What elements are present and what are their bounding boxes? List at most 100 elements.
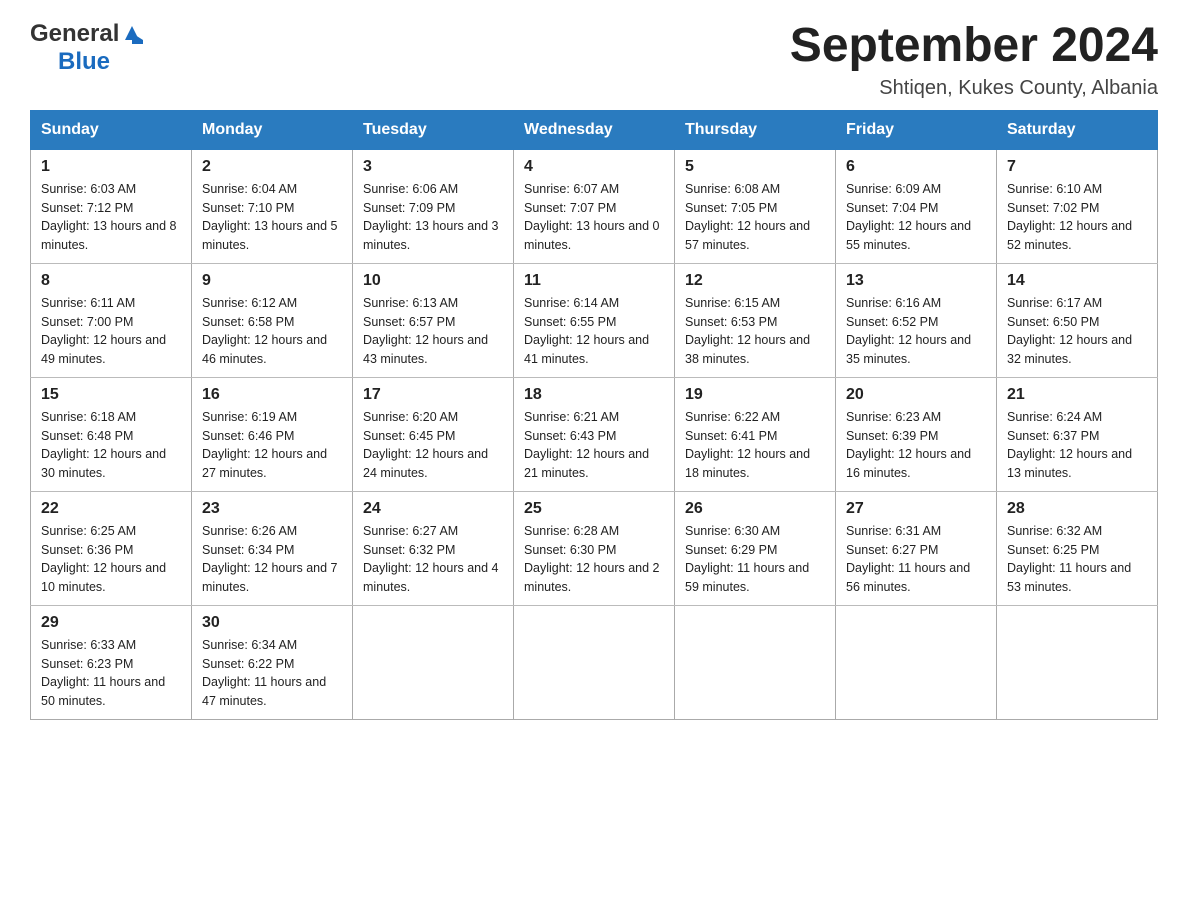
sunrise-label: Sunrise: 6:09 AM: [846, 182, 941, 196]
day-info: Sunrise: 6:22 AM Sunset: 6:41 PM Dayligh…: [685, 408, 825, 483]
calendar-cell: 11 Sunrise: 6:14 AM Sunset: 6:55 PM Dayl…: [514, 263, 675, 377]
sunset-label: Sunset: 6:34 PM: [202, 543, 294, 557]
sunrise-label: Sunrise: 6:04 AM: [202, 182, 297, 196]
daylight-label: Daylight: 12 hours and 27 minutes.: [202, 447, 327, 480]
day-number: 12: [685, 272, 825, 290]
day-info: Sunrise: 6:17 AM Sunset: 6:50 PM Dayligh…: [1007, 294, 1147, 369]
calendar-cell: 30 Sunrise: 6:34 AM Sunset: 6:22 PM Dayl…: [192, 605, 353, 719]
day-info: Sunrise: 6:12 AM Sunset: 6:58 PM Dayligh…: [202, 294, 342, 369]
day-number: 3: [363, 158, 503, 176]
daylight-label: Daylight: 12 hours and 24 minutes.: [363, 447, 488, 480]
logo-blue-text: Blue: [58, 48, 110, 76]
daylight-label: Daylight: 12 hours and 41 minutes.: [524, 333, 649, 366]
day-info: Sunrise: 6:18 AM Sunset: 6:48 PM Dayligh…: [41, 408, 181, 483]
daylight-label: Daylight: 11 hours and 47 minutes.: [202, 675, 326, 708]
day-info: Sunrise: 6:08 AM Sunset: 7:05 PM Dayligh…: [685, 180, 825, 255]
sunrise-label: Sunrise: 6:14 AM: [524, 296, 619, 310]
day-info: Sunrise: 6:32 AM Sunset: 6:25 PM Dayligh…: [1007, 522, 1147, 597]
sunrise-label: Sunrise: 6:11 AM: [41, 296, 135, 310]
sunrise-label: Sunrise: 6:08 AM: [685, 182, 780, 196]
daylight-label: Daylight: 11 hours and 59 minutes.: [685, 561, 809, 594]
day-number: 24: [363, 500, 503, 518]
sunrise-label: Sunrise: 6:10 AM: [1007, 182, 1102, 196]
daylight-label: Daylight: 12 hours and 18 minutes.: [685, 447, 810, 480]
daylight-label: Daylight: 12 hours and 30 minutes.: [41, 447, 166, 480]
day-info: Sunrise: 6:21 AM Sunset: 6:43 PM Dayligh…: [524, 408, 664, 483]
calendar-cell: 5 Sunrise: 6:08 AM Sunset: 7:05 PM Dayli…: [675, 149, 836, 263]
day-info: Sunrise: 6:31 AM Sunset: 6:27 PM Dayligh…: [846, 522, 986, 597]
sunset-label: Sunset: 6:50 PM: [1007, 315, 1099, 329]
calendar-cell: 7 Sunrise: 6:10 AM Sunset: 7:02 PM Dayli…: [997, 149, 1158, 263]
sunrise-label: Sunrise: 6:22 AM: [685, 410, 780, 424]
sunrise-label: Sunrise: 6:15 AM: [685, 296, 780, 310]
sunrise-label: Sunrise: 6:06 AM: [363, 182, 458, 196]
calendar-cell: 2 Sunrise: 6:04 AM Sunset: 7:10 PM Dayli…: [192, 149, 353, 263]
logo-general-text: General: [30, 20, 119, 48]
day-number: 15: [41, 386, 181, 404]
sunset-label: Sunset: 7:00 PM: [41, 315, 133, 329]
calendar-cell: 9 Sunrise: 6:12 AM Sunset: 6:58 PM Dayli…: [192, 263, 353, 377]
day-info: Sunrise: 6:03 AM Sunset: 7:12 PM Dayligh…: [41, 180, 181, 255]
calendar-cell: 17 Sunrise: 6:20 AM Sunset: 6:45 PM Dayl…: [353, 377, 514, 491]
sunrise-label: Sunrise: 6:32 AM: [1007, 524, 1102, 538]
daylight-label: Daylight: 11 hours and 50 minutes.: [41, 675, 165, 708]
day-number: 10: [363, 272, 503, 290]
sunset-label: Sunset: 6:23 PM: [41, 657, 133, 671]
calendar-cell: 29 Sunrise: 6:33 AM Sunset: 6:23 PM Dayl…: [31, 605, 192, 719]
daylight-label: Daylight: 13 hours and 5 minutes.: [202, 219, 338, 252]
day-number: 22: [41, 500, 181, 518]
title-block: September 2024 Shtiqen, Kukes County, Al…: [790, 20, 1158, 100]
day-info: Sunrise: 6:23 AM Sunset: 6:39 PM Dayligh…: [846, 408, 986, 483]
calendar-cell: [997, 605, 1158, 719]
day-info: Sunrise: 6:26 AM Sunset: 6:34 PM Dayligh…: [202, 522, 342, 597]
daylight-label: Daylight: 12 hours and 13 minutes.: [1007, 447, 1132, 480]
sunset-label: Sunset: 6:30 PM: [524, 543, 616, 557]
calendar-cell: 4 Sunrise: 6:07 AM Sunset: 7:07 PM Dayli…: [514, 149, 675, 263]
header-tuesday: Tuesday: [353, 110, 514, 149]
calendar-week-row: 15 Sunrise: 6:18 AM Sunset: 6:48 PM Dayl…: [31, 377, 1158, 491]
header-row: Sunday Monday Tuesday Wednesday Thursday…: [31, 110, 1158, 149]
header-saturday: Saturday: [997, 110, 1158, 149]
daylight-label: Daylight: 13 hours and 8 minutes.: [41, 219, 177, 252]
day-info: Sunrise: 6:11 AM Sunset: 7:00 PM Dayligh…: [41, 294, 181, 369]
calendar-body: 1 Sunrise: 6:03 AM Sunset: 7:12 PM Dayli…: [31, 149, 1158, 719]
page-header: General Blue September 2024 Shtiqen, Kuk…: [30, 20, 1158, 100]
calendar-cell: 26 Sunrise: 6:30 AM Sunset: 6:29 PM Dayl…: [675, 491, 836, 605]
calendar-table: Sunday Monday Tuesday Wednesday Thursday…: [30, 110, 1158, 720]
day-number: 14: [1007, 272, 1147, 290]
sunrise-label: Sunrise: 6:28 AM: [524, 524, 619, 538]
day-number: 25: [524, 500, 664, 518]
day-number: 21: [1007, 386, 1147, 404]
header-wednesday: Wednesday: [514, 110, 675, 149]
calendar-cell: 10 Sunrise: 6:13 AM Sunset: 6:57 PM Dayl…: [353, 263, 514, 377]
day-number: 23: [202, 500, 342, 518]
day-number: 1: [41, 158, 181, 176]
calendar-cell: 16 Sunrise: 6:19 AM Sunset: 6:46 PM Dayl…: [192, 377, 353, 491]
daylight-label: Daylight: 12 hours and 57 minutes.: [685, 219, 810, 252]
sunset-label: Sunset: 7:10 PM: [202, 201, 294, 215]
daylight-label: Daylight: 12 hours and 55 minutes.: [846, 219, 971, 252]
sunset-label: Sunset: 6:52 PM: [846, 315, 938, 329]
day-number: 27: [846, 500, 986, 518]
sunrise-label: Sunrise: 6:12 AM: [202, 296, 297, 310]
daylight-label: Daylight: 12 hours and 16 minutes.: [846, 447, 971, 480]
day-info: Sunrise: 6:16 AM Sunset: 6:52 PM Dayligh…: [846, 294, 986, 369]
daylight-label: Daylight: 12 hours and 32 minutes.: [1007, 333, 1132, 366]
calendar-week-row: 8 Sunrise: 6:11 AM Sunset: 7:00 PM Dayli…: [31, 263, 1158, 377]
calendar-week-row: 22 Sunrise: 6:25 AM Sunset: 6:36 PM Dayl…: [31, 491, 1158, 605]
sunset-label: Sunset: 7:04 PM: [846, 201, 938, 215]
sunset-label: Sunset: 6:45 PM: [363, 429, 455, 443]
day-info: Sunrise: 6:13 AM Sunset: 6:57 PM Dayligh…: [363, 294, 503, 369]
sunrise-label: Sunrise: 6:26 AM: [202, 524, 297, 538]
calendar-cell: 21 Sunrise: 6:24 AM Sunset: 6:37 PM Dayl…: [997, 377, 1158, 491]
day-number: 5: [685, 158, 825, 176]
day-info: Sunrise: 6:27 AM Sunset: 6:32 PM Dayligh…: [363, 522, 503, 597]
daylight-label: Daylight: 12 hours and 35 minutes.: [846, 333, 971, 366]
calendar-header: Sunday Monday Tuesday Wednesday Thursday…: [31, 110, 1158, 149]
logo: General Blue: [30, 20, 143, 76]
daylight-label: Daylight: 12 hours and 46 minutes.: [202, 333, 327, 366]
calendar-cell: 13 Sunrise: 6:16 AM Sunset: 6:52 PM Dayl…: [836, 263, 997, 377]
daylight-label: Daylight: 12 hours and 43 minutes.: [363, 333, 488, 366]
sunset-label: Sunset: 6:55 PM: [524, 315, 616, 329]
calendar-cell: 24 Sunrise: 6:27 AM Sunset: 6:32 PM Dayl…: [353, 491, 514, 605]
